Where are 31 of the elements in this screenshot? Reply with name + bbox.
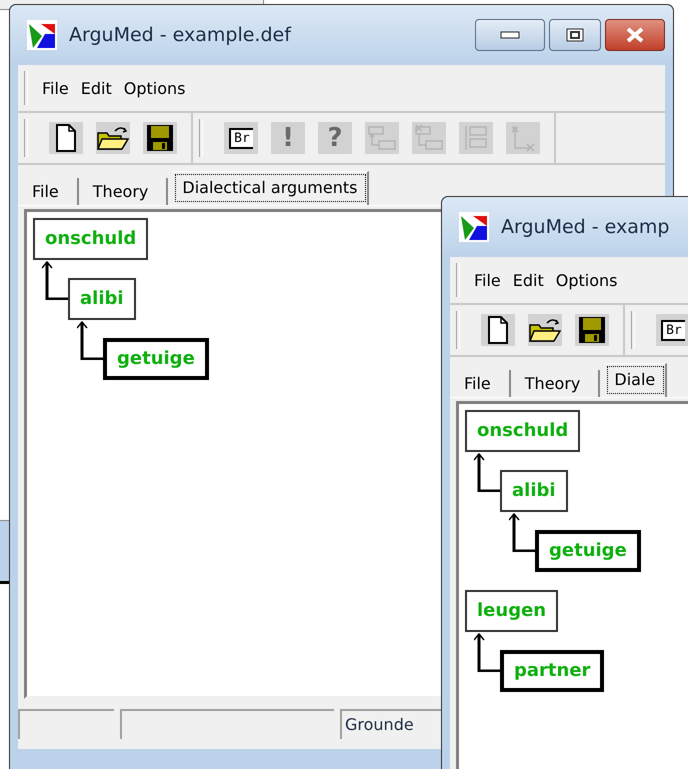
menu-item[interactable]: Edit [74, 78, 118, 98]
close-button[interactable] [605, 19, 665, 51]
menu-item[interactable]: Options [550, 270, 624, 290]
app-logo-icon [459, 212, 489, 242]
save-icon[interactable] [143, 122, 177, 154]
open-icon[interactable] [528, 314, 562, 346]
window-title: ArguMed - example.def [69, 24, 291, 46]
window-title: ArguMed - examp [501, 216, 670, 238]
tab[interactable]: Diale [604, 363, 668, 397]
maximize-button[interactable] [549, 19, 601, 51]
minimize-button[interactable] [475, 19, 545, 51]
connector-arrow [474, 452, 500, 492]
new-icon[interactable] [49, 122, 83, 154]
toolbar-button[interactable]: Br [224, 122, 258, 154]
tab[interactable]: Dialectical arguments [172, 171, 370, 205]
new-icon[interactable] [481, 314, 515, 346]
app-logo-icon [27, 20, 57, 50]
connector-arrow [77, 320, 103, 360]
toolbar-button[interactable]: Br [656, 314, 688, 346]
connector-arrow [42, 260, 68, 300]
menu-item[interactable]: File [36, 78, 75, 98]
menu-item[interactable]: Options [118, 78, 192, 98]
open-icon[interactable] [96, 122, 130, 154]
connector-arrow [509, 512, 535, 552]
save-icon[interactable] [575, 314, 609, 346]
maximize-icon [566, 28, 584, 42]
close-icon [625, 27, 645, 43]
menu-item[interactable]: File [468, 270, 507, 290]
connector-arrow [474, 632, 500, 672]
minimize-icon [500, 31, 520, 39]
menu-item[interactable]: Edit [506, 270, 550, 290]
